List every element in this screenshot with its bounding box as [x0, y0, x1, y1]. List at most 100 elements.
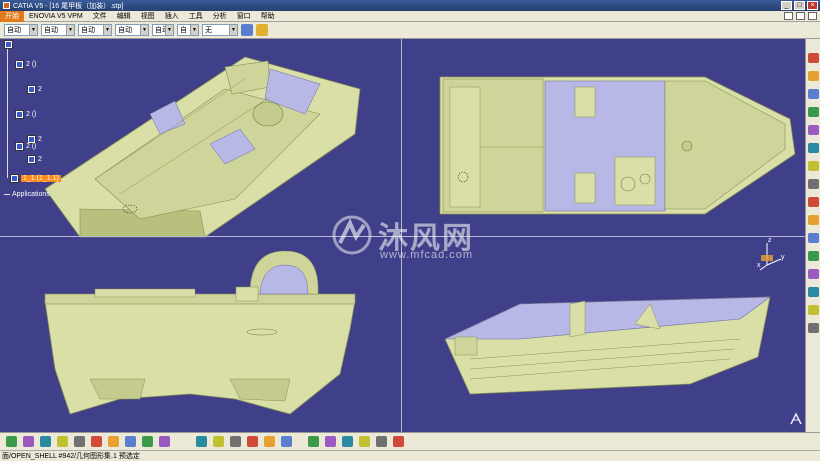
- document-window-controls: [784, 12, 817, 20]
- tree-node-5[interactable]: 2 (): [15, 142, 37, 151]
- menu-window[interactable]: 窗口: [232, 11, 256, 22]
- pocket-icon[interactable]: [808, 89, 819, 99]
- tree-node-label-selected: 1_1 (1_1.1): [21, 175, 61, 182]
- applications-label: Applications: [12, 191, 50, 198]
- sketch-icon[interactable]: [808, 53, 819, 63]
- tree-node-2[interactable]: 2: [27, 85, 42, 94]
- layer-combo[interactable]: 无 ▼: [202, 24, 238, 36]
- pad-icon[interactable]: [808, 71, 819, 81]
- tree-node-1[interactable]: 2 (): [15, 60, 37, 69]
- iso-view-icon[interactable]: [325, 436, 336, 447]
- line-color-value: 自动: [81, 27, 95, 34]
- chevron-down-icon: ▼: [165, 25, 173, 35]
- menu-start[interactable]: 开始: [0, 10, 24, 22]
- painter-icon[interactable]: [241, 24, 253, 36]
- hole-icon[interactable]: [808, 125, 819, 135]
- zoom-out-icon[interactable]: [281, 436, 292, 447]
- 3d-viewport[interactable]: 沐风网 www.mfcad.com z y x: [0, 39, 805, 432]
- fit-all-icon[interactable]: [213, 436, 224, 447]
- bottom-toolbar: [0, 432, 820, 450]
- rotate-icon[interactable]: [247, 436, 258, 447]
- menu-analyze[interactable]: 分析: [208, 11, 232, 22]
- mfcad-logo-icon: [332, 215, 372, 255]
- tree-root[interactable]: [4, 40, 13, 49]
- shading-icon[interactable]: [342, 436, 353, 447]
- catia-application-window: CATIA V5 - [16 尾甲板（加装）.stp] _ □ × 开始 ENO…: [0, 0, 820, 461]
- print-icon[interactable]: [57, 436, 68, 447]
- chevron-down-icon: ▼: [140, 25, 148, 35]
- slot-icon[interactable]: [808, 251, 819, 261]
- pan-icon[interactable]: [230, 436, 241, 447]
- draft-icon[interactable]: [808, 179, 819, 189]
- menu-help[interactable]: 帮助: [256, 11, 280, 22]
- tree-node-label: 2: [38, 156, 42, 163]
- new-icon[interactable]: [6, 436, 17, 447]
- copy-icon[interactable]: [91, 436, 102, 447]
- line-thickness-combo[interactable]: 自动 ▼: [152, 24, 174, 36]
- right-toolbar: [805, 39, 820, 432]
- compass-icon[interactable]: z y x: [757, 237, 787, 272]
- shaft-icon[interactable]: [808, 107, 819, 117]
- undo-icon[interactable]: [125, 436, 136, 447]
- tree-node-6[interactable]: 2: [27, 155, 42, 164]
- minimize-button[interactable]: _: [781, 1, 792, 10]
- shell-icon[interactable]: [808, 197, 819, 207]
- zoom-in-icon[interactable]: [264, 436, 275, 447]
- hide-show-icon[interactable]: [359, 436, 370, 447]
- part-icon: [27, 85, 36, 94]
- menu-view[interactable]: 视图: [136, 11, 160, 22]
- chamfer-icon[interactable]: [808, 161, 819, 171]
- doc-minimize-icon[interactable]: [784, 12, 793, 20]
- close-button[interactable]: ×: [807, 1, 818, 10]
- tree-node-label: 2: [38, 136, 42, 143]
- menu-insert[interactable]: 插入: [160, 11, 184, 22]
- tree-applications[interactable]: Applications: [4, 190, 50, 199]
- chevron-down-icon: ▼: [229, 25, 237, 35]
- doc-restore-icon[interactable]: [796, 12, 805, 20]
- maximize-button[interactable]: □: [794, 1, 805, 10]
- measure-icon[interactable]: [808, 269, 819, 279]
- normal-view-icon[interactable]: [308, 436, 319, 447]
- tree-node-3[interactable]: 2 (): [15, 110, 37, 119]
- tree-connector: [4, 194, 10, 195]
- save-icon[interactable]: [40, 436, 51, 447]
- menu-tools[interactable]: 工具: [184, 11, 208, 22]
- cut-icon[interactable]: [74, 436, 85, 447]
- catia-logo: [788, 411, 804, 427]
- watermark-url: www.mfcad.com: [380, 249, 474, 261]
- redo-icon[interactable]: [142, 436, 153, 447]
- open-icon[interactable]: [23, 436, 34, 447]
- menu-file[interactable]: 文件: [88, 11, 112, 22]
- tree-node-selected[interactable]: 1_1 (1_1.1): [10, 174, 61, 183]
- compass-z-label: z: [768, 237, 772, 244]
- tree-node-label: 2 (): [26, 143, 37, 150]
- help-icon[interactable]: [159, 436, 170, 447]
- paste-icon[interactable]: [108, 436, 119, 447]
- doc-close-icon[interactable]: [808, 12, 817, 20]
- light-icon[interactable]: [808, 287, 819, 297]
- part-icon: [27, 155, 36, 164]
- plane-icon[interactable]: [808, 323, 819, 333]
- point-symbol-value: 自: [180, 27, 187, 34]
- fill-color-combo[interactable]: 自动 ▼: [4, 24, 38, 36]
- part-icon: [15, 142, 24, 151]
- fly-icon[interactable]: [196, 436, 207, 447]
- transparency-value: 自动: [44, 27, 58, 34]
- rib-icon[interactable]: [808, 233, 819, 243]
- measure-icon[interactable]: [393, 436, 404, 447]
- line-color-combo[interactable]: 自动 ▼: [78, 24, 112, 36]
- swap-icon[interactable]: [376, 436, 387, 447]
- analysis-icon[interactable]: [808, 305, 819, 315]
- line-type-combo[interactable]: 自动 ▼: [115, 24, 149, 36]
- compass-y-label: y: [781, 254, 785, 261]
- tree-node-label: 2 (): [26, 111, 37, 118]
- fillet-icon[interactable]: [808, 143, 819, 153]
- transparency-combo[interactable]: 自动 ▼: [41, 24, 75, 36]
- menu-edit[interactable]: 编辑: [112, 11, 136, 22]
- catia-logo-icon: [790, 412, 802, 425]
- thickness-icon[interactable]: [808, 215, 819, 225]
- menu-enovia[interactable]: ENOVIA V5 VPM: [24, 11, 88, 22]
- point-symbol-combo[interactable]: 自 ▼: [177, 24, 199, 36]
- format-brush-icon[interactable]: [256, 24, 268, 36]
- tree-node-label: 2 (): [26, 61, 37, 68]
